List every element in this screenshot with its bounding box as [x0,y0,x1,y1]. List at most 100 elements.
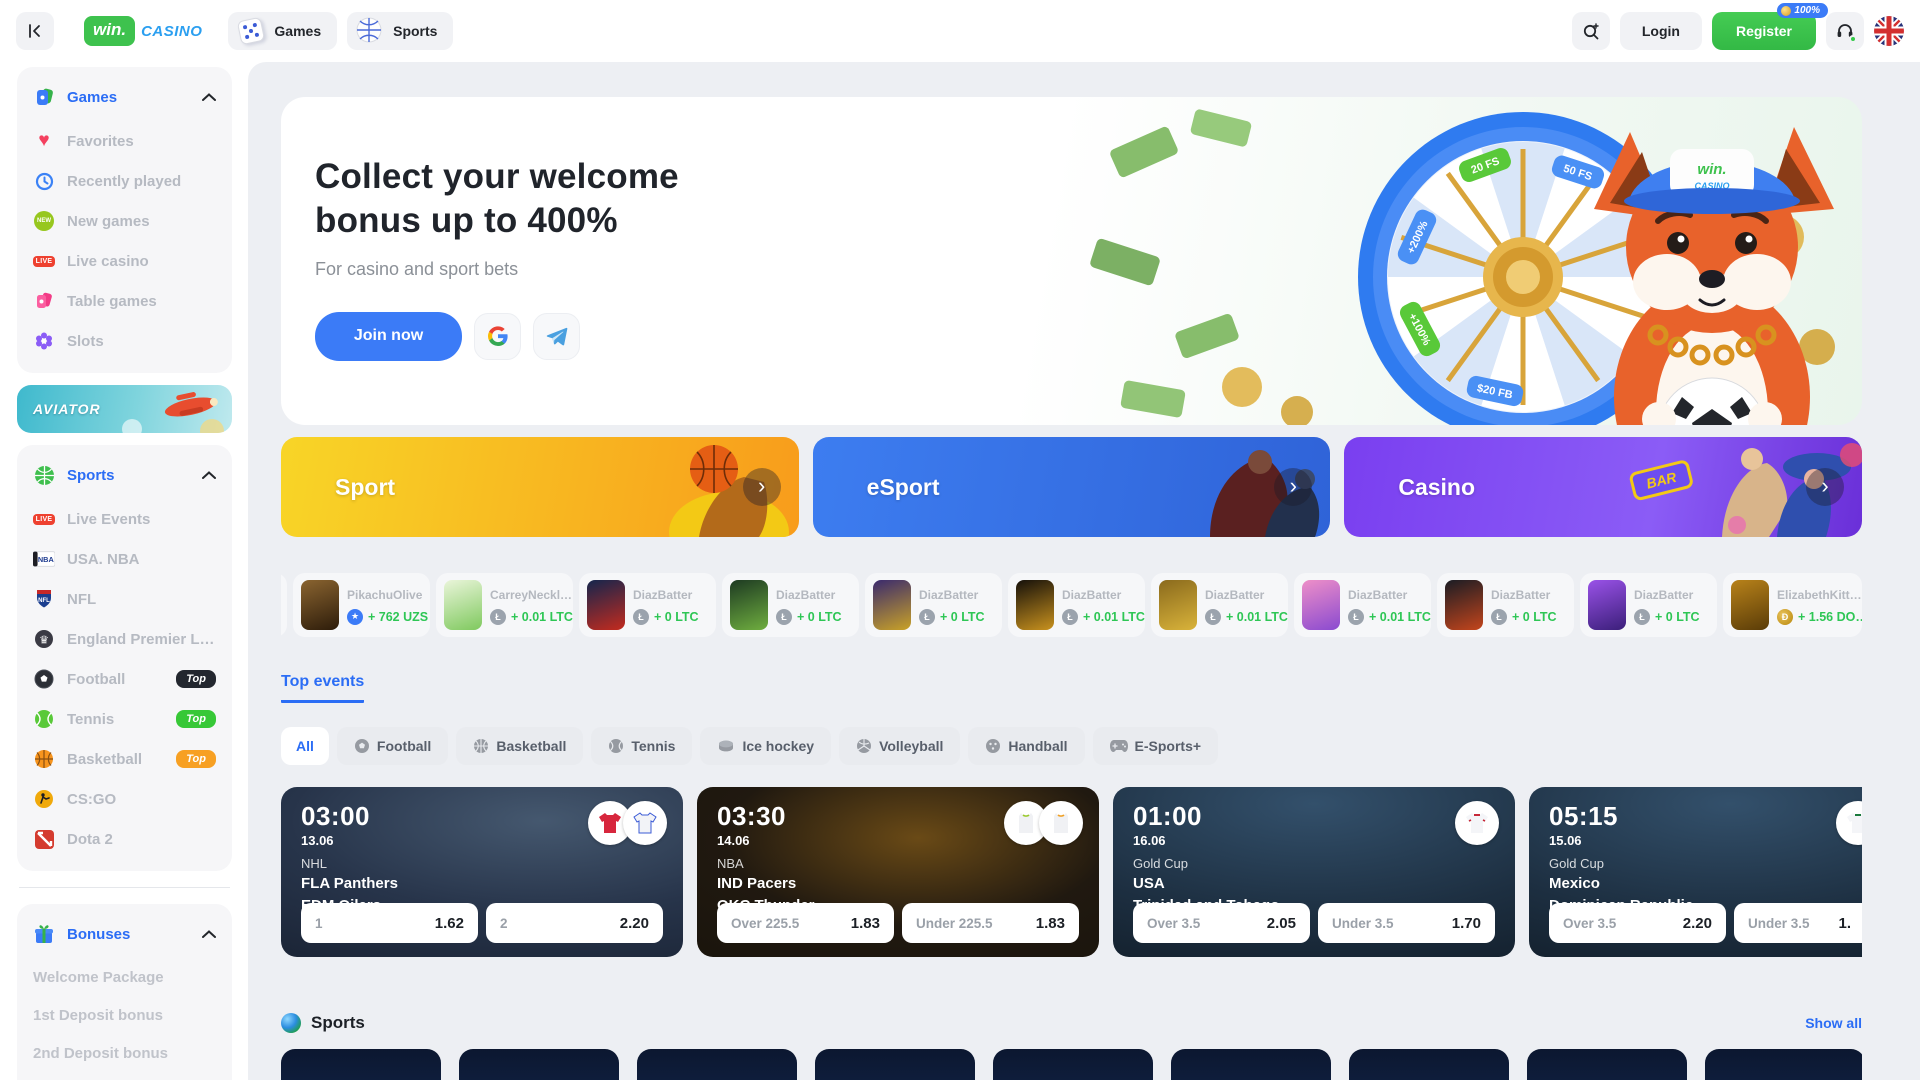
sidebar-games-panel: Games ♥ Favorites Recently played NEW Ne… [17,67,232,373]
sidebar-item-slots[interactable]: Slots [33,321,216,361]
sport-thumbnail[interactable] [281,1049,441,1080]
google-signup-button[interactable] [474,313,521,360]
sport-banner-label: Sport [335,474,395,501]
sidebar-item-nfl[interactable]: NFL NFL [33,579,216,619]
sidebar-item-1st-deposit[interactable]: 1st Deposit bonus [33,996,216,1034]
games-icon [33,86,55,108]
sidebar-item-3rd-deposit[interactable]: 3rd Deposit bonus [33,1072,216,1080]
chevron-up-icon [202,93,216,101]
sport-thumbnail[interactable] [815,1049,975,1080]
odds-button[interactable]: 11.62 [301,903,478,943]
sport-thumbnail[interactable] [1527,1049,1687,1080]
sidebar-item-usa-nba[interactable]: NBA USA. NBA [33,539,216,579]
nav-games-button[interactable]: Games [228,12,337,50]
sport-banner[interactable]: Sport › [281,437,799,537]
game-thumbnail [587,580,625,630]
ltc-coin-icon: Ł [490,609,506,625]
sidebar-item-epl[interactable]: ♛ England Premier Lea… [33,619,216,659]
sidebar-item-dota2[interactable]: Dota 2 [33,819,216,859]
top-badge: Top [176,670,216,688]
filter-handball[interactable]: Handball [968,727,1084,765]
odds-button[interactable]: Over 225.51.83 [717,903,894,943]
filter-volleyball[interactable]: Volleyball [839,727,960,765]
brand-logo[interactable]: win. CASINO [84,16,202,46]
odds-button[interactable]: Under 3.51. [1734,903,1862,943]
login-button[interactable]: Login [1620,12,1702,50]
csgo-icon [33,788,55,810]
sidebar-item-live-casino[interactable]: LIVE Live casino [33,241,216,281]
filter-football[interactable]: Football [337,727,448,765]
winner-item[interactable]: DiazBatterŁ+ 0 LTC [579,573,716,637]
sidebar-item-favorites[interactable]: ♥ Favorites [33,121,216,161]
sport-thumbnail[interactable] [637,1049,797,1080]
odds-button[interactable]: Over 3.52.05 [1133,903,1310,943]
winner-item[interactable]: CarreyNeckl…Ł+ 0.01 LTC [436,573,573,637]
winner-item[interactable]: DiazBatterŁ+ 0.01 LTC [1151,573,1288,637]
sidebar-item-csgo[interactable]: CS:GO [33,779,216,819]
winner-item[interactable]: DiazBatterŁ+ 0.01 LTC [1008,573,1145,637]
category-banners: Sport › eSport › [281,437,1862,537]
topbar: win. CASINO Games Sports Login Register … [0,0,1920,62]
winner-item[interactable]: PikachuOlive★+ 762 UZS [293,573,430,637]
filter-ice-hockey[interactable]: Ice hockey [700,727,831,765]
winner-item[interactable]: ElizabethKitt…Đ+ 1.56 DO… [1723,573,1862,637]
search-button[interactable] [1572,12,1610,50]
filter-esports[interactable]: E-Sports+ [1093,727,1219,765]
support-button[interactable] [1826,12,1864,50]
sidebar-item-2nd-deposit[interactable]: 2nd Deposit bonus [33,1034,216,1072]
sidebar-item-football[interactable]: Football Top [33,659,216,699]
language-flag-button[interactable] [1874,16,1904,46]
join-now-button[interactable]: Join now [315,312,462,361]
event-card[interactable]: 05:15 15.06 Gold Cup Mexico Dominican Re… [1529,787,1862,957]
casino-banner[interactable]: BAR Casino › [1344,437,1862,537]
live-badge-icon: LIVE [33,250,55,272]
filter-tennis[interactable]: Tennis [591,727,692,765]
sport-thumbnail[interactable] [1705,1049,1862,1080]
aviator-banner[interactable]: AVIATOR [17,385,232,433]
sidebar-bonuses-header[interactable]: Bonuses [33,910,216,958]
sidebar-item-recently-played[interactable]: Recently played [33,161,216,201]
sidebar-item-welcome-package[interactable]: Welcome Package [33,958,216,996]
event-card[interactable]: 03:00 13.06 NHL FLA Panthers EDM Oilers … [281,787,683,957]
coin-icon [1781,6,1791,16]
game-thumbnail [444,580,482,630]
sport-thumbnail[interactable] [1349,1049,1509,1080]
winner-item[interactable]: DiazBatterŁ+ 0.01 LTC [1294,573,1431,637]
sport-thumbnail[interactable] [1171,1049,1331,1080]
odds-button[interactable]: Under 3.51.70 [1318,903,1495,943]
sidebar-item-live-events[interactable]: LIVE Live Events [33,499,216,539]
filter-basketball[interactable]: Basketball [456,727,583,765]
sidebar-item-tennis[interactable]: Tennis Top [33,699,216,739]
winner-item[interactable]: DiazBatterŁ+ 0 LTC [1437,573,1574,637]
register-button[interactable]: Register 100% [1712,12,1816,50]
chevron-up-icon [202,471,216,479]
sidebar-games-header[interactable]: Games [33,73,216,121]
winner-item[interactable]: DiazBatterŁ+ 0 LTC [722,573,859,637]
sport-thumbnail[interactable] [993,1049,1153,1080]
top-events-tab[interactable]: Top events [281,673,364,703]
games-title: Games [67,89,190,106]
odds-button[interactable]: 22.20 [486,903,663,943]
event-card[interactable]: 03:30 14.06 NBA IND Pacers OKC Thunder O… [697,787,1099,957]
aviator-label: AVIATOR [33,401,101,417]
odds-button[interactable]: Under 225.51.83 [902,903,1079,943]
team-jersey-icons [597,801,667,845]
esport-banner[interactable]: eSport › [813,437,1331,537]
winner-item[interactable]: DiazBatterŁ+ 0 LTC [1580,573,1717,637]
event-card[interactable]: 01:00 16.06 Gold Cup USA Trinidad and To… [1113,787,1515,957]
sidebar-item-basketball[interactable]: Basketball Top [33,739,216,779]
sports-title: Sports [67,467,190,484]
telegram-signup-button[interactable] [533,313,580,360]
globe-ball-icon [281,1013,301,1033]
sidebar-item-table-games[interactable]: Table games [33,281,216,321]
filter-all[interactable]: All [281,727,329,765]
winner-item[interactable]: DiazBatterŁ+ 0 LTC [865,573,1002,637]
sidebar-sports-header[interactable]: Sports [33,451,216,499]
odds-button[interactable]: Over 3.52.20 [1549,903,1726,943]
winner-item-clipped[interactable] [281,573,287,637]
sidebar-collapse-button[interactable] [16,12,54,50]
nav-sports-button[interactable]: Sports [347,12,453,50]
sidebar-item-new-games[interactable]: NEW New games [33,201,216,241]
sport-thumbnail[interactable] [459,1049,619,1080]
show-all-link[interactable]: Show all [1805,1015,1862,1031]
